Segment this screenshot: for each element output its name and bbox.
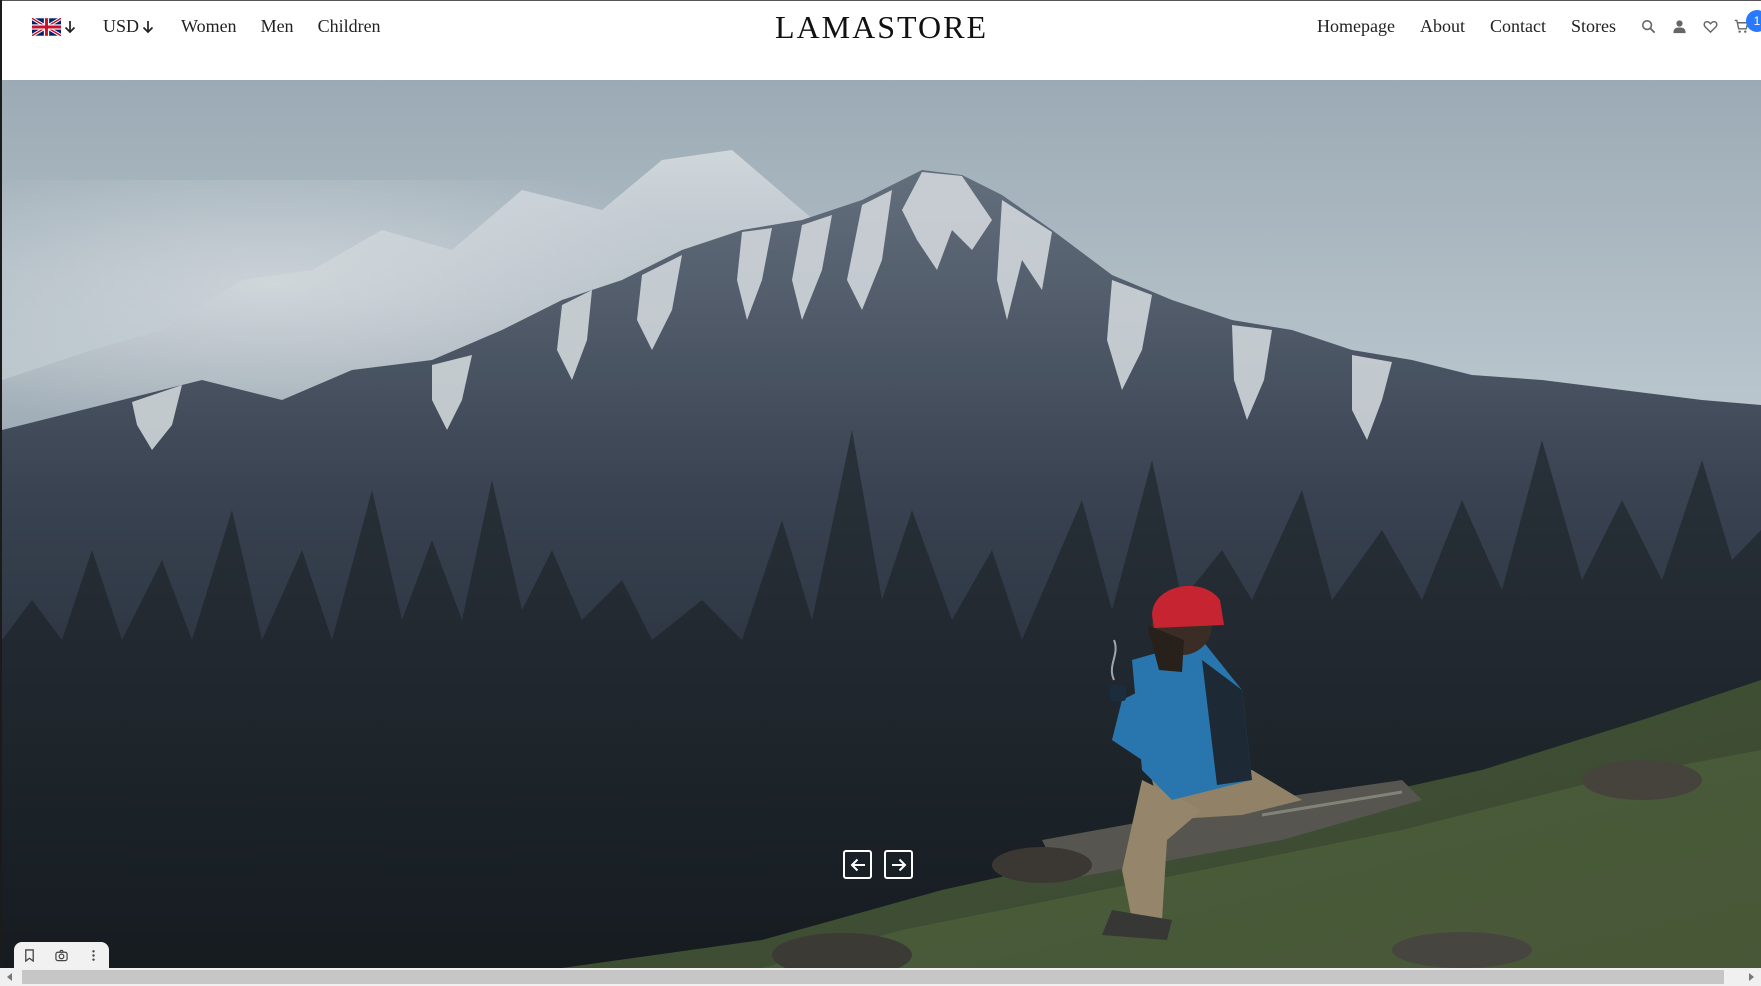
currency-selector[interactable]: USD bbox=[103, 16, 154, 37]
scrollbar-thumb[interactable] bbox=[22, 970, 1724, 984]
slide-prev-button[interactable] bbox=[843, 850, 872, 879]
slide-next-button[interactable] bbox=[884, 850, 913, 879]
floating-toolbar bbox=[14, 942, 109, 968]
nav-left: USD Women Men Children bbox=[32, 16, 381, 37]
heart-icon[interactable] bbox=[1703, 19, 1718, 34]
bookmark-icon[interactable] bbox=[23, 948, 36, 962]
flag-uk-icon bbox=[32, 17, 61, 36]
slider-controls bbox=[843, 850, 925, 879]
hero-image bbox=[2, 80, 1761, 968]
cart-button[interactable]: 1 bbox=[1734, 10, 1761, 34]
search-icon[interactable] bbox=[1641, 19, 1656, 34]
horizontal-scrollbar[interactable] bbox=[0, 968, 1761, 986]
brand-logo[interactable]: LAMASTORE bbox=[775, 9, 988, 45]
scroll-right-icon[interactable] bbox=[1746, 972, 1756, 982]
nav-right: Homepage About Contact Stores 1 bbox=[1317, 10, 1761, 37]
hero-slider bbox=[2, 80, 1761, 968]
cart-count-badge: 1 bbox=[1746, 10, 1761, 32]
arrow-down-icon bbox=[64, 20, 76, 33]
scroll-left-icon[interactable] bbox=[5, 972, 15, 982]
window-border-top bbox=[0, 0, 1761, 1]
more-vertical-icon[interactable] bbox=[87, 949, 100, 962]
nav-link-women[interactable]: Women bbox=[181, 16, 237, 37]
nav-link-about[interactable]: About bbox=[1420, 16, 1465, 37]
window-border-left bbox=[0, 0, 2, 986]
nav-link-homepage[interactable]: Homepage bbox=[1317, 16, 1395, 37]
camera-icon[interactable] bbox=[55, 949, 68, 962]
nav-link-stores[interactable]: Stores bbox=[1571, 16, 1616, 37]
currency-label: USD bbox=[103, 16, 140, 36]
arrow-down-icon bbox=[142, 20, 154, 33]
language-selector[interactable] bbox=[32, 17, 76, 36]
nav-link-men[interactable]: Men bbox=[261, 16, 294, 37]
nav-link-children[interactable]: Children bbox=[318, 16, 381, 37]
arrow-left-icon bbox=[850, 858, 865, 871]
nav-link-contact[interactable]: Contact bbox=[1490, 16, 1546, 37]
arrow-right-icon bbox=[891, 858, 906, 871]
user-icon[interactable] bbox=[1672, 19, 1687, 34]
navbar: USD Women Men Children LAMASTORE Homepag… bbox=[2, 0, 1761, 80]
